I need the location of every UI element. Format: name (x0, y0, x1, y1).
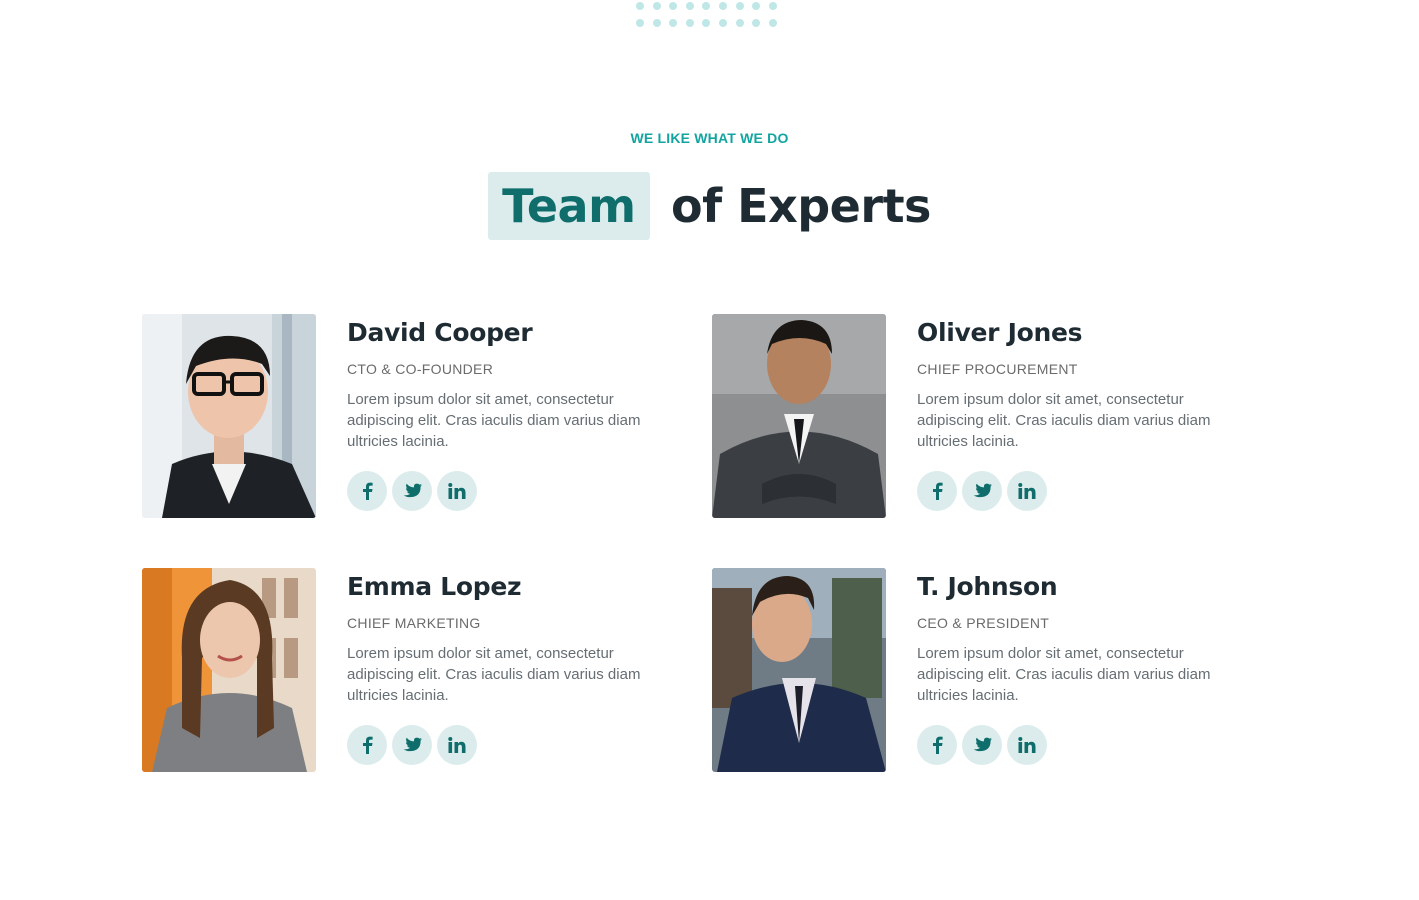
facebook-icon[interactable] (347, 471, 387, 511)
section-eyebrow: WE LIKE WHAT WE DO (630, 130, 789, 146)
section-title: Team of Experts (0, 172, 1419, 240)
team-member-photo (712, 314, 886, 518)
facebook-icon[interactable] (917, 471, 957, 511)
facebook-icon[interactable] (347, 725, 387, 765)
team-member-photo (142, 568, 316, 772)
social-links (347, 471, 477, 511)
team-section: WE LIKE WHAT WE DO Team of Experts David… (0, 0, 1419, 900)
team-member-name: David Cooper (347, 318, 533, 347)
team-member-bio: Lorem ipsum dolor sit amet, consectetur … (917, 645, 1211, 704)
twitter-icon[interactable] (392, 725, 432, 765)
team-member-role: CHIEF PROCUREMENT (917, 361, 1078, 377)
linkedin-icon[interactable] (1007, 471, 1047, 511)
twitter-icon[interactable] (392, 471, 432, 511)
team-member-photo (712, 568, 886, 772)
social-links (347, 725, 477, 765)
decorative-dot-grid (636, 2, 784, 28)
team-member-bio: Lorem ipsum dolor sit amet, consectetur … (347, 391, 641, 450)
linkedin-icon[interactable] (437, 725, 477, 765)
social-links (917, 471, 1047, 511)
section-title-highlight: Team (488, 172, 650, 240)
facebook-icon[interactable] (917, 725, 957, 765)
linkedin-icon[interactable] (1007, 725, 1047, 765)
section-title-rest: of Experts (671, 179, 931, 233)
twitter-icon[interactable] (962, 471, 1002, 511)
team-member-name: Oliver Jones (917, 318, 1083, 347)
team-member-name: Emma Lopez (347, 572, 522, 601)
linkedin-icon[interactable] (437, 471, 477, 511)
team-member-card: T. Johnson CEO & PRESIDENT Lorem ipsum d… (712, 568, 1272, 774)
team-member-bio: Lorem ipsum dolor sit amet, consectetur … (347, 645, 641, 704)
team-member-name: T. Johnson (917, 572, 1058, 601)
team-member-card: Oliver Jones CHIEF PROCUREMENT Lorem ips… (712, 314, 1272, 520)
social-links (917, 725, 1047, 765)
team-member-photo (142, 314, 316, 518)
team-member-role: CEO & PRESIDENT (917, 615, 1050, 631)
team-member-role: CHIEF MARKETING (347, 615, 481, 631)
team-member-role: CTO & CO-FOUNDER (347, 361, 494, 377)
team-member-bio: Lorem ipsum dolor sit amet, consectetur … (917, 391, 1211, 450)
twitter-icon[interactable] (962, 725, 1002, 765)
team-member-card: Emma Lopez CHIEF MARKETING Lorem ipsum d… (142, 568, 702, 774)
team-member-card: David Cooper CTO & CO-FOUNDER Lorem ipsu… (142, 314, 702, 520)
